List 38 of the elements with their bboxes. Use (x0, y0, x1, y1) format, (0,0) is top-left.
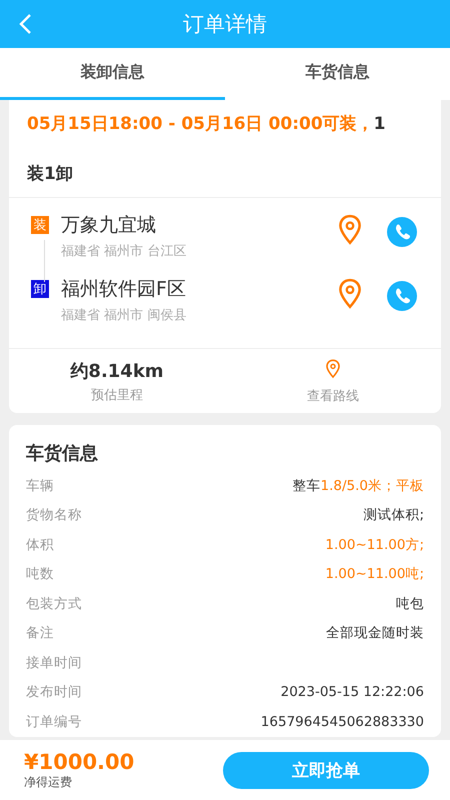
field-value: 测试体积; (363, 506, 424, 524)
field-value: 全部现金随时装 (326, 624, 424, 642)
field-label: 接单时间 (26, 654, 82, 672)
field-value: 1.00~11.00方; (325, 536, 424, 554)
place-name: 万象九宜城 (61, 213, 157, 238)
tab[interactable]: 车货信息 (225, 48, 450, 100)
location-pin-icon[interactable] (337, 214, 363, 246)
field-label: 备注 (26, 624, 54, 642)
field-label: 货物名称 (26, 506, 82, 524)
price: ¥1000.00 (24, 750, 134, 774)
distance: 约8.14km (70, 360, 164, 383)
field-label: 体积 (26, 536, 54, 554)
field-value: 2023-05-15 12:22:06 (280, 684, 424, 700)
stop-badge: 装 (31, 216, 49, 234)
field-label: 订单编号 (26, 712, 82, 731)
location-pin-icon[interactable] (337, 278, 363, 310)
field-label: 发布时间 (26, 683, 82, 702)
field-label: 包装方式 (26, 594, 82, 613)
field-value: 1657964545062883330 (260, 714, 424, 730)
location-pin-icon[interactable] (325, 359, 341, 379)
phone-icon[interactable] (387, 281, 417, 311)
count: 1 (374, 114, 386, 134)
field-value: 吨包 (396, 594, 424, 613)
field-label: 吨数 (26, 565, 54, 584)
stop-summary: 装1卸 (27, 164, 73, 184)
section-title: 车货信息 (26, 442, 99, 465)
distance-label: 预估里程 (91, 387, 143, 404)
field-label: 车辆 (26, 476, 54, 495)
field-value: 整车1.8/5.0米；平板 (292, 476, 424, 495)
loading-time: 05月15日18:00 - 05月16日 00:00可装， (27, 114, 374, 134)
phone-icon[interactable] (387, 217, 417, 247)
place-address: 福建省 福州市 台江区 (61, 243, 188, 260)
place-address: 福建省 福州市 闽侯县 (61, 307, 188, 324)
place-name: 福州软件园F区 (61, 277, 187, 302)
field-value: 1.00~11.00吨; (325, 565, 424, 584)
page-title: 订单详情 (183, 11, 267, 38)
stop-badge: 卸 (31, 280, 49, 298)
price-label: 净得运费 (24, 774, 73, 790)
